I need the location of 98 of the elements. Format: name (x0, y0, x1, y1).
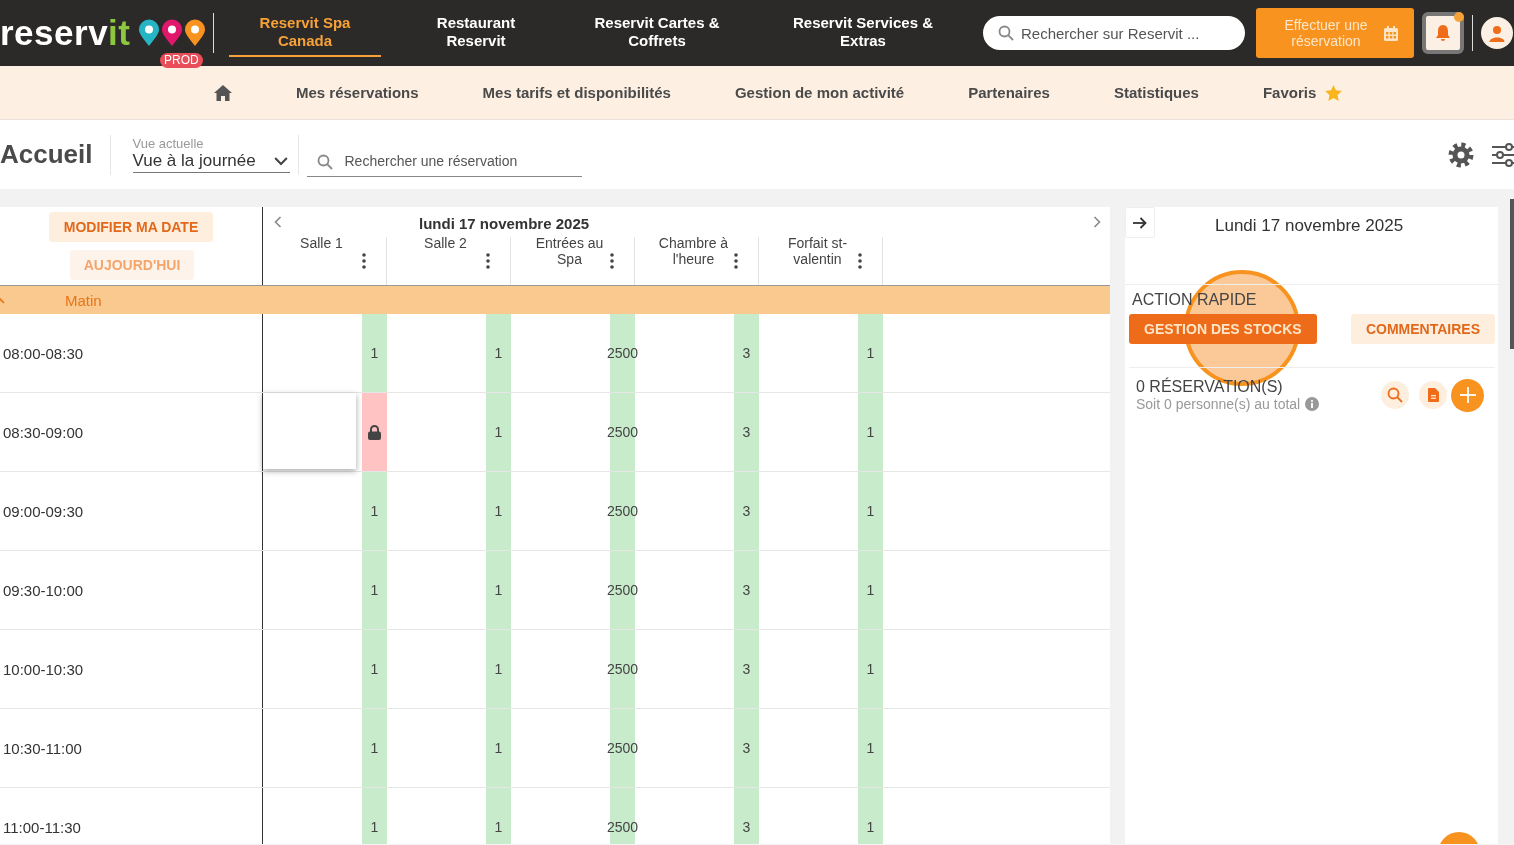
availability-count: 3 (742, 582, 751, 598)
availability-count: 1 (866, 661, 875, 677)
availability-count: 1 (866, 503, 875, 519)
reservation-total: Soit 0 personne(s) au total (1136, 396, 1301, 412)
calendar-icon (1383, 25, 1398, 41)
time-slot: 10:30-11:00 (0, 709, 263, 787)
more-options-icon[interactable] (734, 253, 738, 269)
logo-text: reservit (0, 13, 131, 53)
availability-count: 3 (742, 661, 751, 677)
availability-count: 1 (866, 345, 875, 361)
section-title: ACTION RAPIDE (1132, 291, 1258, 309)
map-pin-icon (160, 19, 183, 47)
more-options-icon[interactable] (362, 253, 366, 269)
search-icon (998, 25, 1014, 41)
availability-count: 1 (494, 503, 503, 519)
availability-count: 1 (494, 345, 503, 361)
column-title: Salle 2 (423, 235, 468, 251)
notification-button[interactable] (1422, 12, 1464, 54)
availability-count: 2500 (606, 345, 639, 361)
column-title: Chambre à l'heure (657, 235, 730, 267)
availability-count: 1 (370, 661, 379, 677)
menu-link[interactable]: Statistiques (1113, 84, 1199, 101)
availability-count: 3 (742, 819, 751, 835)
favorites-link[interactable]: Favoris (1262, 84, 1343, 101)
document-button[interactable] (1419, 381, 1447, 409)
collapse-panel-button[interactable] (1125, 207, 1155, 238)
availability-count: 1 (866, 740, 875, 756)
time-slot: 09:30-10:00 (0, 551, 263, 629)
search-icon (316, 153, 333, 170)
planning-date: lundi 17 novembre 2025 (419, 214, 590, 232)
column-title: Salle 1 (299, 235, 344, 251)
availability-count: 1 (370, 345, 379, 361)
time-slot: 09:00-09:30 (0, 472, 263, 550)
menu-link[interactable]: Partenaires (968, 84, 1050, 101)
more-options-icon[interactable] (610, 253, 614, 269)
search-button[interactable] (1381, 381, 1409, 409)
availability-count: 1 (370, 740, 379, 756)
nav-tab[interactable]: Reservit Services & Extras (763, 9, 963, 57)
availability-count: 3 (742, 424, 751, 440)
availability-count: 2500 (606, 424, 639, 440)
field-label: Vue actuelle (132, 136, 205, 151)
nav-tab[interactable]: Reservit Spa Canada (229, 9, 381, 57)
more-options-icon[interactable] (858, 253, 862, 269)
menu-link[interactable]: Gestion de mon activité (734, 84, 905, 101)
availability-count: 1 (866, 582, 875, 598)
nav-tab[interactable]: Reservit Cartes & Coffrets (571, 9, 743, 57)
map-pin-icon (137, 19, 160, 47)
time-slot: 10:00-10:30 (0, 630, 263, 708)
availability-count: 1 (866, 819, 875, 835)
panel-date: Lundi 17 novembre 2025 (1215, 216, 1404, 236)
view-dropdown[interactable]: Vue actuelle Vue à la journée (132, 136, 290, 173)
availability-count: 1 (370, 503, 379, 519)
availability-count: 2500 (606, 661, 639, 677)
nav-tab[interactable]: Restaurant Reservit (401, 9, 551, 57)
availability-count: 1 (494, 424, 503, 440)
availability-count: 3 (742, 345, 751, 361)
user-icon (1489, 24, 1505, 42)
availability-count: 1 (370, 819, 379, 835)
lock-icon (368, 424, 381, 440)
availability-count: 2500 (606, 740, 639, 756)
home-button[interactable] (214, 84, 232, 101)
availability-count: 1 (494, 740, 503, 756)
availability-count: 1 (866, 424, 875, 440)
availability-count: 1 (494, 661, 503, 677)
column-title: Forfait st- valentin (786, 235, 849, 267)
availability-count: 3 (742, 503, 751, 519)
time-slot: 11:00-11:30 (0, 788, 263, 844)
filter-sliders-icon[interactable] (1492, 142, 1514, 167)
availability-count: 1 (370, 582, 379, 598)
chevron-right-icon[interactable] (1091, 216, 1103, 228)
environment-badge: PROD (160, 53, 203, 68)
availability-count: 2500 (606, 503, 639, 519)
view-value: Vue à la journée (132, 150, 256, 171)
chevron-left-icon[interactable] (272, 216, 284, 228)
plus-icon (1459, 387, 1476, 403)
availability-count: 2500 (606, 582, 639, 598)
page-title: Accueil (0, 139, 93, 170)
search-icon (1387, 387, 1403, 403)
menu-link[interactable]: Mes tarifs et disponibilités (482, 84, 671, 101)
map-pin-icon (183, 19, 206, 47)
arrow-right-icon (1133, 216, 1147, 229)
menu-link[interactable]: Mes réservations (296, 84, 419, 101)
document-icon (1427, 388, 1439, 402)
availability-count: 3 (742, 740, 751, 756)
availability-count: 1 (494, 582, 503, 598)
avatar-button[interactable] (1481, 17, 1513, 49)
availability-count: 2500 (606, 819, 639, 835)
availability-count: 1 (494, 819, 503, 835)
bell-icon (1435, 24, 1451, 42)
settings-icon[interactable] (1448, 141, 1474, 168)
column-title: Entrées au Spa (534, 235, 605, 267)
info-icon (1305, 397, 1320, 411)
reservation-count: 0 RÉSERVATION(S) (1136, 378, 1284, 396)
more-options-icon[interactable] (486, 253, 490, 269)
star-icon (1325, 84, 1343, 101)
time-slot: 08:00-08:30 (0, 314, 263, 392)
section-label: Matin (65, 291, 102, 309)
search-field[interactable]: Rechercher sur Reservit ... (983, 16, 1245, 50)
